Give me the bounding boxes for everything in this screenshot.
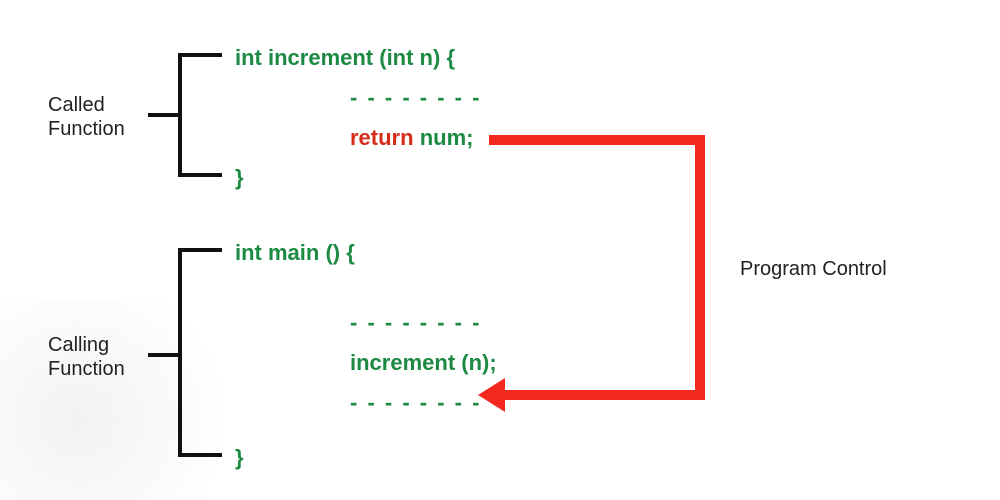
called-body-dashes: - - - - - - - -	[350, 85, 481, 111]
called-label-line1: Called	[48, 94, 105, 116]
main-close-brace: }	[235, 445, 244, 471]
called-return-line: return num;	[350, 125, 473, 151]
called-signature: int increment (int n) {	[235, 45, 455, 71]
calling-label-line2: Function	[48, 358, 125, 380]
called-close-brace: }	[235, 165, 244, 191]
calling-bracket	[150, 250, 220, 455]
return-keyword: return	[350, 125, 420, 150]
program-control-label: Program Control	[740, 257, 887, 281]
called-function-label: Called Function	[48, 93, 125, 141]
arrowhead-icon	[478, 378, 505, 412]
main-dashes-1: - - - - - - - -	[350, 310, 481, 336]
called-label-line2: Function	[48, 118, 125, 140]
program-control-arrow	[489, 140, 700, 395]
main-dashes-2: - - - - - - - -	[350, 390, 481, 416]
brackets-svg	[0, 0, 1000, 500]
diagram-canvas: Called Function Calling Function Program…	[0, 0, 1000, 500]
called-bracket	[150, 55, 220, 175]
return-value: num;	[420, 125, 474, 150]
main-call-line: increment (n);	[350, 350, 497, 376]
calling-label-line1: Calling	[48, 334, 109, 356]
main-signature: int main () {	[235, 240, 355, 266]
calling-function-label: Calling Function	[48, 333, 125, 381]
